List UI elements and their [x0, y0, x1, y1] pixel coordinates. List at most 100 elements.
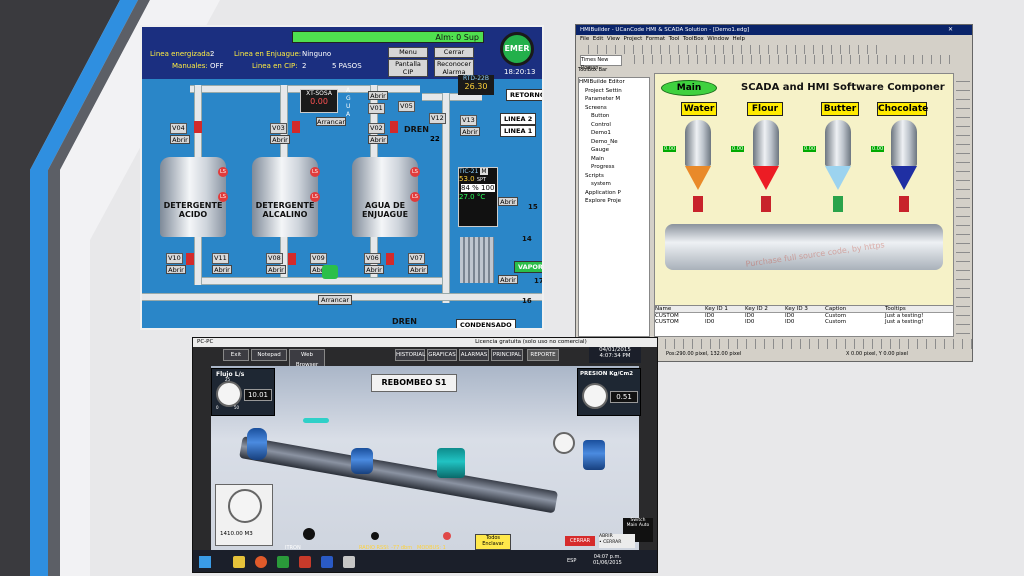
- silo-butter[interactable]: [825, 120, 851, 166]
- abrir-button-condensado[interactable]: Abrir: [498, 275, 518, 284]
- abrir-button-v10[interactable]: Abrir: [166, 265, 186, 274]
- font-select[interactable]: Times New Roman: [580, 55, 622, 71]
- abrir-cerrar-control[interactable]: ABRIR • CERRAR: [599, 534, 635, 548]
- abrir-button-v04[interactable]: Abrir: [170, 135, 190, 144]
- menu-format[interactable]: Format: [646, 36, 665, 42]
- close-icon[interactable]: ✕: [948, 26, 953, 33]
- pump-icon[interactable]: [322, 265, 338, 279]
- valve-handle[interactable]: [303, 418, 329, 423]
- emergency-button[interactable]: EMER: [500, 32, 534, 66]
- graficas-tab[interactable]: GRAFICAS: [427, 349, 457, 361]
- powerpoint-icon[interactable]: [299, 556, 311, 568]
- menu-view[interactable]: View: [607, 36, 620, 42]
- tree-item[interactable]: Project Settin: [579, 87, 649, 96]
- valve-chocolate[interactable]: [899, 196, 909, 212]
- arrancar-button-bottom[interactable]: Arrancar: [318, 295, 352, 305]
- reporte-button[interactable]: REPORTE: [527, 349, 559, 361]
- word-icon[interactable]: [321, 556, 333, 568]
- abrir-button-v08[interactable]: Abrir: [266, 265, 286, 274]
- silo-water[interactable]: [685, 120, 711, 166]
- menu-project[interactable]: Project: [623, 36, 642, 42]
- tree-item[interactable]: Gauge: [579, 146, 649, 155]
- file-explorer-icon[interactable]: [233, 556, 245, 568]
- tree-item[interactable]: Demo_Ne: [579, 138, 649, 147]
- arrancar-button-top[interactable]: Arrancar: [316, 117, 346, 126]
- main-chip[interactable]: Main: [661, 80, 717, 96]
- tree-item[interactable]: Explore Proje: [579, 197, 649, 206]
- principal-tab[interactable]: PRINCIPAL: [491, 349, 523, 361]
- abrir-button-tic[interactable]: Abrir: [498, 197, 518, 206]
- mixer-tank[interactable]: [665, 224, 943, 270]
- valve-v10[interactable]: [186, 253, 194, 265]
- menu-file[interactable]: File: [580, 36, 589, 42]
- tank-acido[interactable]: DETERGENTE ACIDO: [160, 157, 226, 237]
- abrir-button-v11[interactable]: Abrir: [212, 265, 232, 274]
- exit-button[interactable]: Exit: [223, 349, 249, 361]
- grid-header[interactable]: Caption: [825, 306, 885, 312]
- tree-item[interactable]: Button: [579, 112, 649, 121]
- tree-item[interactable]: Control: [579, 121, 649, 130]
- cerrar-button[interactable]: Cerrar: [434, 47, 474, 58]
- cerrar-main-button[interactable]: CERRAR: [565, 536, 595, 546]
- valve-v06[interactable]: [386, 253, 394, 265]
- tree-item[interactable]: Parameter M: [579, 95, 649, 104]
- grid-header[interactable]: Tooltips: [885, 306, 945, 312]
- pressure-transmitter[interactable]: [583, 440, 605, 470]
- alarm-bar[interactable]: Alm: 0 Sup: [292, 31, 484, 43]
- grid-header[interactable]: Key ID 3: [785, 306, 825, 312]
- valve-body[interactable]: [351, 448, 373, 474]
- historial-tab[interactable]: HISTORIAL: [395, 349, 425, 361]
- abrir-button-v03[interactable]: Abrir: [270, 135, 290, 144]
- toolbar-row-1[interactable]: [580, 45, 880, 54]
- alarmas-tab[interactable]: ALARMAS: [459, 349, 489, 361]
- menu-button[interactable]: Menu: [388, 47, 428, 58]
- pantalla-cip-button[interactable]: Pantalla CIP: [388, 59, 428, 77]
- chrome-icon[interactable]: [255, 556, 267, 568]
- abrir-button-v13[interactable]: Abrir: [460, 127, 480, 136]
- menu-tool[interactable]: Tool: [669, 36, 680, 42]
- excel-icon[interactable]: [277, 556, 289, 568]
- design-canvas[interactable]: Main SCADA and HMI Software Componer Wat…: [654, 73, 954, 331]
- valve-v04[interactable]: [194, 121, 202, 133]
- menu-toolbox[interactable]: ToolBox: [683, 36, 704, 42]
- toolbox-palette[interactable]: [956, 73, 970, 335]
- grid-header[interactable]: Key ID 2: [745, 306, 785, 312]
- tree-item[interactable]: Progress: [579, 163, 649, 172]
- tree-item[interactable]: HMIBuilde Editor: [579, 78, 649, 87]
- tank-agua[interactable]: AGUA DE ENJUAGUE: [352, 157, 418, 237]
- silo-flour[interactable]: [753, 120, 779, 166]
- tic-21-panel[interactable]: TIC-21 M 53.0 SPT 84 % 100 27.0 °C: [458, 167, 498, 227]
- valve-flour[interactable]: [761, 196, 771, 212]
- toolbar-row-2[interactable]: [626, 55, 956, 64]
- valve-butter[interactable]: [833, 196, 843, 212]
- tree-item[interactable]: Application P: [579, 189, 649, 198]
- app-icon[interactable]: [343, 556, 355, 568]
- abrir-button-v06[interactable]: Abrir: [364, 265, 384, 274]
- tic-mode[interactable]: M: [480, 168, 488, 175]
- tree-item[interactable]: Demo1: [579, 129, 649, 138]
- tree-item[interactable]: Main: [579, 155, 649, 164]
- valve-water[interactable]: [693, 196, 703, 212]
- silo-chocolate[interactable]: [891, 120, 917, 166]
- valve-v08[interactable]: [288, 253, 296, 265]
- abrir-button-v07[interactable]: Abrir: [408, 265, 428, 274]
- menu-help[interactable]: Help: [732, 36, 745, 42]
- table-row[interactable]: CUSTOM ID0 ID0 ID0 Custom Just a testing…: [655, 319, 953, 325]
- grid-header[interactable]: Key ID 1: [705, 306, 745, 312]
- abrir-button-v02[interactable]: Abrir: [368, 135, 388, 144]
- valve-v03[interactable]: [292, 121, 300, 133]
- pump-flange-left[interactable]: [247, 428, 267, 460]
- valve-v02[interactable]: [390, 121, 398, 133]
- grid-header[interactable]: Name: [655, 306, 705, 312]
- windows-start-icon[interactable]: [199, 556, 211, 568]
- tree-item[interactable]: Screens: [579, 104, 649, 113]
- notepad-button[interactable]: Notepad: [251, 349, 287, 361]
- tank-alcalino[interactable]: DETERGENTE ALCALINO: [252, 157, 318, 237]
- tree-item[interactable]: system: [579, 180, 649, 189]
- menu-edit[interactable]: Edit: [593, 36, 604, 42]
- flow-meter[interactable]: [437, 448, 465, 478]
- enclavar-panel[interactable]: Todos Enclavar: [475, 534, 511, 550]
- tree-item[interactable]: Scripts: [579, 172, 649, 181]
- language-indicator[interactable]: ESP: [567, 558, 576, 564]
- abrir-button-v01[interactable]: Abrir: [368, 91, 388, 100]
